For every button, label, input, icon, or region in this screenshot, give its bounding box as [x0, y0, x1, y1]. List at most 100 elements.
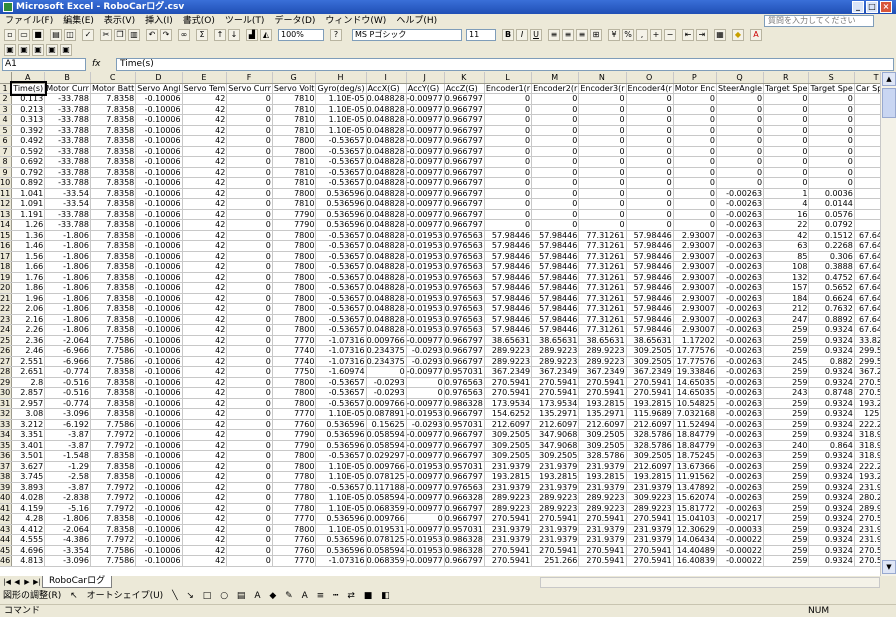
align-left-icon[interactable]: ≡ [548, 29, 560, 41]
cell[interactable]: 231.9379 [484, 534, 533, 546]
cell[interactable]: 0 [226, 156, 273, 168]
cell[interactable]: 42 [182, 482, 228, 493]
cell[interactable]: 0.536596 [315, 429, 367, 441]
cell[interactable]: 77.31261 [578, 251, 627, 262]
cell[interactable]: 318.9145 [854, 450, 880, 462]
cell[interactable]: 0 [531, 167, 580, 178]
cell[interactable]: 57.98446 [484, 261, 533, 273]
cell[interactable]: 259 [763, 482, 810, 493]
cell[interactable]: 0 [531, 104, 580, 115]
cell[interactable]: 42 [182, 356, 228, 367]
cell[interactable]: 0.976563 [444, 293, 485, 304]
cell[interactable]: 0 [484, 198, 533, 210]
cell[interactable]: 0 [673, 114, 717, 126]
cell[interactable]: 0 [578, 188, 627, 199]
cell[interactable]: 270.5941 [484, 555, 533, 567]
cell[interactable]: 0 [808, 167, 855, 178]
cell[interactable]: -0.53657 [315, 450, 367, 462]
cell[interactable]: 0 [226, 104, 273, 115]
cell[interactable]: 2.93007 [673, 272, 717, 283]
cell[interactable]: 2.26 [11, 324, 46, 336]
cell[interactable]: 57.98446 [626, 324, 674, 336]
row-header[interactable]: 28 [0, 366, 13, 378]
cell[interactable]: 7800 [272, 146, 317, 157]
increase-decimal-icon[interactable]: + [650, 29, 662, 41]
cell[interactable]: 212.6097 [626, 419, 674, 430]
cell[interactable]: 0 [406, 513, 445, 525]
cell[interactable]: 42 [182, 524, 228, 535]
cell[interactable]: -33.788 [44, 93, 91, 105]
cell[interactable]: 259 [763, 408, 810, 420]
cell[interactable]: -0.10006 [135, 545, 183, 556]
cell[interactable]: -0.00263 [716, 345, 765, 357]
maximize-button[interactable]: □ [866, 1, 878, 13]
cell[interactable]: 0.068359 [366, 503, 407, 514]
cell[interactable]: 0.536596 [315, 440, 367, 451]
cell[interactable]: 57.98446 [531, 230, 580, 241]
cell[interactable]: 0.966797 [444, 167, 485, 178]
cell[interactable]: 259 [763, 324, 810, 336]
cell[interactable]: 0.029297 [366, 450, 407, 462]
cell[interactable]: -0.10006 [135, 240, 183, 252]
cell[interactable]: 0.0144 [808, 198, 855, 210]
review-icon-1[interactable]: ▣ [4, 44, 16, 56]
cell[interactable]: 0.976563 [444, 324, 485, 336]
line-style-icon[interactable]: ≡ [314, 589, 328, 604]
cell[interactable]: -2.064 [44, 524, 91, 535]
cell[interactable]: -0.01953 [406, 282, 445, 294]
cell[interactable]: 77.31261 [578, 230, 627, 241]
row-header[interactable]: 12 [0, 198, 13, 210]
cell[interactable]: 0 [626, 188, 674, 199]
spellcheck-icon[interactable]: ✓ [82, 29, 94, 41]
cell[interactable]: 57.98446 [484, 303, 533, 315]
cell[interactable]: 367.2349 [484, 366, 533, 378]
cell[interactable]: 231.9379 [484, 482, 533, 493]
cell[interactable]: 0 [673, 177, 717, 189]
cell[interactable]: -0.00263 [716, 314, 765, 325]
cell[interactable]: -1.806 [44, 314, 91, 325]
font-color-icon[interactable]: A [750, 29, 762, 41]
fx-icon[interactable]: fx [92, 58, 114, 71]
cell[interactable]: 0 [854, 167, 880, 178]
cell[interactable]: 7780 [272, 503, 317, 514]
cell[interactable]: -0.00977 [406, 450, 445, 462]
row-header[interactable]: 29 [0, 377, 13, 388]
zoom-select[interactable]: 100% [278, 29, 324, 41]
cell[interactable]: 3.212 [11, 419, 46, 430]
cell[interactable]: -0.00977 [406, 177, 445, 189]
row-header[interactable]: 16 [0, 240, 13, 252]
cell[interactable]: 367.2349 [531, 366, 580, 378]
cell[interactable]: 3.893 [11, 482, 46, 493]
cell[interactable]: -0.00263 [716, 482, 765, 493]
cell[interactable]: 0 [226, 125, 273, 136]
cell[interactable]: -0.01953 [406, 461, 445, 472]
cell[interactable]: 0 [484, 114, 533, 126]
cell[interactable]: 309.9223 [626, 492, 674, 504]
cell[interactable]: 7790 [272, 219, 317, 231]
cell[interactable]: -0.10006 [135, 125, 183, 136]
cell[interactable]: -0.00217 [716, 513, 765, 525]
row-header[interactable]: 4 [0, 114, 13, 126]
cell[interactable]: -0.10006 [135, 114, 183, 126]
menu-window[interactable]: ウィンドウ(W) [320, 14, 391, 28]
cell[interactable]: -1.806 [44, 251, 91, 262]
cell[interactable]: 67.64854 [854, 314, 880, 325]
cell[interactable]: 0 [578, 198, 627, 210]
cell[interactable]: 231.9379 [531, 534, 580, 546]
cell[interactable]: 270.5941 [578, 377, 627, 388]
cell[interactable]: 0.9324 [808, 471, 855, 483]
cell[interactable]: -0.10006 [135, 314, 183, 325]
cell[interactable]: 42 [182, 272, 228, 283]
cell[interactable]: 0 [716, 104, 765, 115]
cell[interactable]: 42 [182, 503, 228, 514]
cell[interactable]: -0.00022 [716, 545, 765, 556]
cell[interactable]: 38.65631 [578, 335, 627, 346]
cell[interactable]: 0 [854, 93, 880, 105]
cell[interactable]: -0.00977 [406, 167, 445, 178]
underline-icon[interactable]: U [530, 29, 542, 41]
cell[interactable]: 193.2815 [578, 398, 627, 409]
cell[interactable]: -3.87 [44, 429, 91, 441]
cell[interactable]: 7800 [272, 524, 317, 535]
cell[interactable]: 7760 [272, 419, 317, 430]
minimize-button[interactable]: _ [852, 1, 864, 13]
